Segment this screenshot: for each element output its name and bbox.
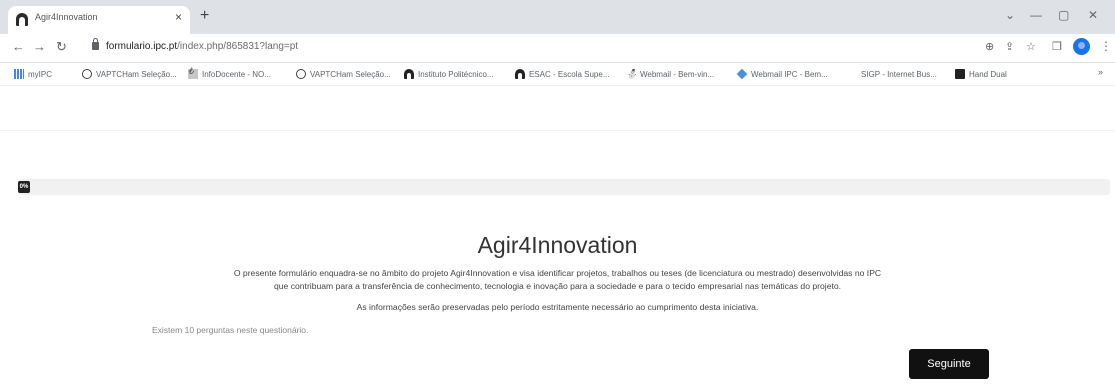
side-panel-icon[interactable]: ❐	[1052, 40, 1062, 53]
back-icon[interactable]: ←	[12, 39, 25, 54]
survey-description-line-1: O presente formulário enquadra-se no âmb…	[233, 268, 882, 278]
new-tab-icon[interactable]: +	[200, 7, 209, 25]
survey-description-line-2: que contribuam para a transferência de c…	[273, 281, 842, 291]
bookmark-item[interactable]: SIGP - Internet Bus...	[861, 67, 937, 81]
bookmark-item[interactable]: ESAC - Escola Supe...	[515, 67, 609, 81]
bookmark-label: ESAC - Escola Supe...	[529, 69, 610, 79]
globe-icon	[296, 69, 306, 79]
next-button[interactable]: Seguinte	[909, 349, 989, 379]
bookmark-star-icon[interactable]: ☆	[1026, 40, 1036, 53]
people-icon: ⛄	[626, 69, 638, 79]
window-close-icon[interactable]: ✕	[1088, 8, 1098, 22]
profile-avatar[interactable]	[1073, 38, 1090, 55]
browser-menu-icon[interactable]: ⋮	[1100, 39, 1112, 53]
browser-toolbar: ← → ↻ formulario.ipc.pt/index.php/865831…	[0, 34, 1115, 63]
bookmarks-bar: myIPC VAPTCHam Seleção... InfoDocente - …	[0, 63, 1115, 86]
lock-icon[interactable]	[92, 38, 99, 50]
progress-bar: 0%	[18, 179, 1110, 195]
share-icon[interactable]: ⇪	[1005, 40, 1014, 53]
arch-icon	[404, 69, 414, 79]
bookmark-item[interactable]: Instituto Politécnico...	[404, 67, 494, 81]
square-icon	[955, 69, 965, 79]
bookmark-item[interactable]: ⛄ Webmail - Bem-vin...	[626, 67, 714, 81]
minimize-icon[interactable]: —	[1030, 8, 1042, 22]
question-count: Existem 10 perguntas neste questionário.	[152, 325, 309, 335]
bookmark-item[interactable]: Hand Dual	[955, 67, 1007, 81]
tab-search-icon[interactable]: ⌄	[1005, 8, 1015, 22]
tab-title: Agir4Innovation	[35, 12, 98, 22]
bookmark-item[interactable]: VAPTCHam Seleção...	[82, 67, 177, 81]
doc-icon	[188, 66, 198, 79]
maximize-icon[interactable]: ▢	[1058, 8, 1069, 22]
bookmark-label: VAPTCHam Seleção...	[96, 69, 177, 79]
progress-label: 0%	[18, 181, 30, 193]
privacy-note: As informações serão preservadas pelo pe…	[356, 302, 759, 312]
bookmarks-overflow-icon[interactable]: »	[1098, 67, 1103, 77]
bookmark-label: Hand Dual	[969, 69, 1007, 79]
globe-icon	[82, 69, 92, 79]
bookmark-item[interactable]: myIPC	[14, 67, 52, 81]
reload-icon[interactable]: ↻	[56, 39, 67, 55]
browser-tab[interactable]: Agir4Innovation ×	[8, 6, 190, 34]
zoom-icon[interactable]: ⊕	[985, 40, 994, 53]
bookmark-label: SIGP - Internet Bus...	[861, 69, 937, 79]
address-bar[interactable]: formulario.ipc.pt/index.php/865831?lang=…	[82, 37, 892, 59]
bookmark-item[interactable]: InfoDocente - NO...	[188, 66, 271, 81]
bookmark-label: myIPC	[28, 69, 52, 79]
bookmark-item[interactable]: VAPTCHam Seleção...	[296, 67, 391, 81]
bookmark-label: Webmail - Bem-vin...	[640, 69, 715, 79]
bookmark-label: VAPTCHam Seleção...	[310, 69, 391, 79]
url-host: formulario.ipc.pt	[106, 41, 178, 52]
arch-icon	[515, 69, 525, 79]
survey-title: Agir4Innovation	[477, 232, 638, 258]
bookmark-label: Instituto Politécnico...	[418, 69, 494, 79]
bookmark-label: Webmail IPC - Bem...	[751, 69, 828, 79]
bookmark-label: InfoDocente - NO...	[202, 69, 271, 79]
tab-close-icon[interactable]: ×	[175, 10, 182, 24]
forward-icon[interactable]: →	[33, 39, 46, 54]
bookmark-item[interactable]: Webmail IPC - Bem...	[736, 67, 828, 81]
grid-icon	[14, 69, 24, 79]
header-divider	[0, 130, 1115, 131]
url-text[interactable]: formulario.ipc.pt/index.php/865831?lang=…	[106, 41, 298, 52]
url-path: /index.php/865831?lang=pt	[177, 41, 299, 52]
tab-strip: Agir4Innovation × + ⌄ — ▢ ✕	[0, 0, 1115, 34]
tab-favicon-icon	[16, 13, 28, 26]
diamond-icon	[736, 68, 748, 80]
